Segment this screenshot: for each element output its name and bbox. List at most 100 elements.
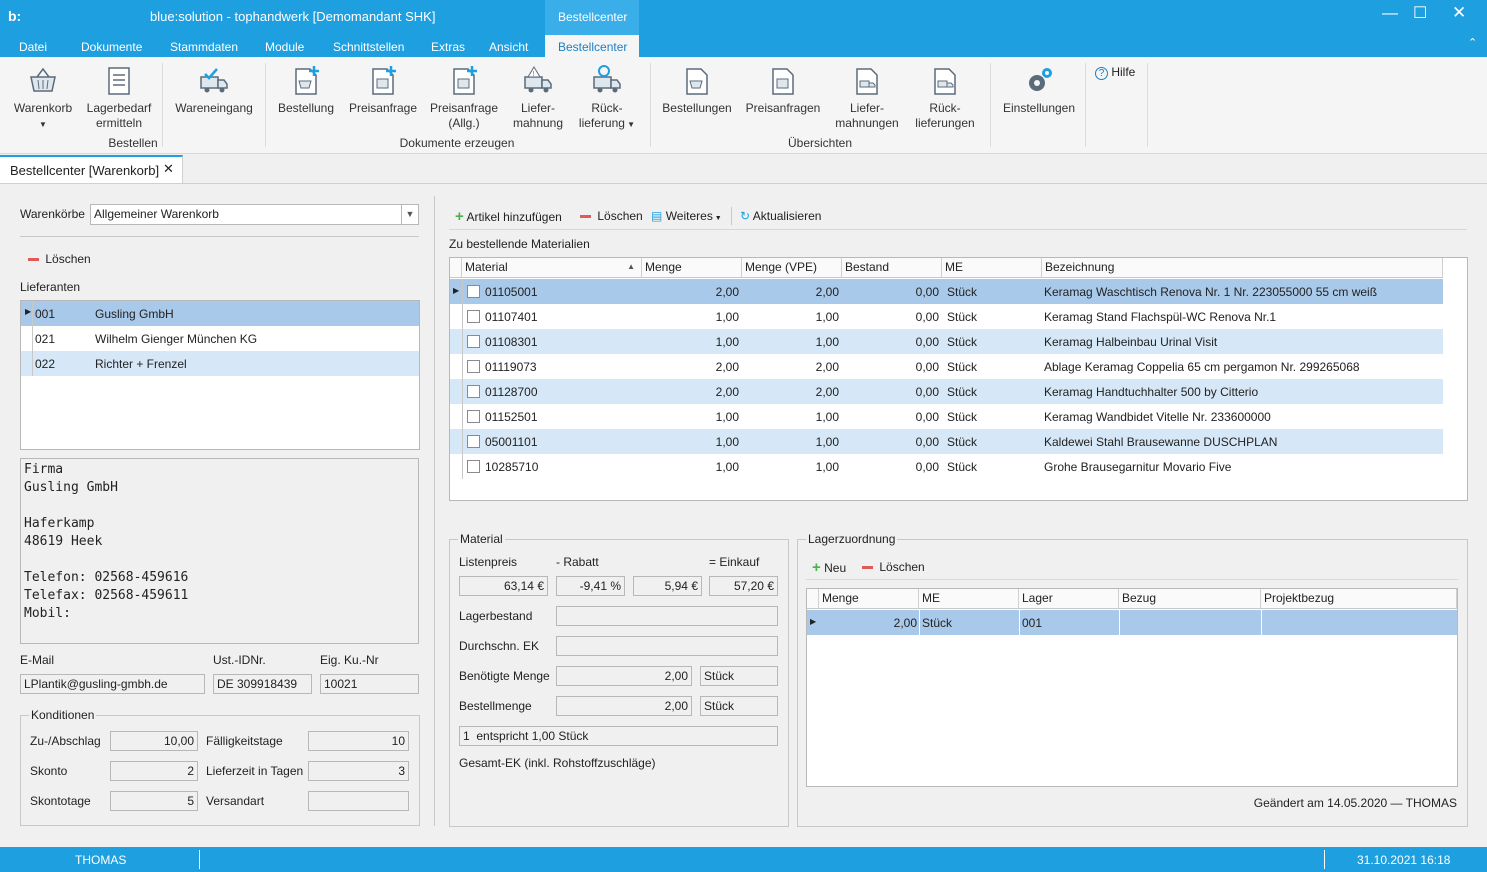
lagerbedarf-button[interactable]: Lagerbedarf ermitteln [86,65,152,131]
rabatt-field[interactable]: 5,94 € [633,576,702,596]
row-checkbox[interactable] [467,385,480,398]
table-row[interactable]: ▶ 01105001 2,00 2,00 0,00 Stück Keramag Wascht… [450,279,1443,304]
collapse-ribbon-icon[interactable]: ⌃ [1468,36,1477,49]
warenkorb-select[interactable]: Allgemeiner Warenkorb ▼ [90,204,419,225]
address-line [24,497,415,515]
cell-me: Stück [947,310,978,324]
email-field[interactable]: LPlantik@gusling-gmbh.de [20,674,205,694]
col-menge-vpe[interactable]: Menge (VPE) [742,258,842,278]
einstellungen-button[interactable]: Einstellungen [1000,65,1078,116]
artikel-hinzufuegen-button[interactable]: + Artikel hinzufügen [455,208,562,225]
cell-menge: 1,00 [715,460,739,474]
doc-tab-warenkorb[interactable]: Bestellcenter [Warenkorb] ✕ [0,155,183,183]
table-row[interactable]: 01119073 2,00 2,00 0,00 Stück Ablage Keramag … [450,354,1443,379]
col-lager-lager[interactable]: Lager [1019,589,1119,609]
menu-item-3[interactable]: Module [265,40,304,54]
preisanfrage-allg-button[interactable]: Preisanfrage (Allg.) [428,65,500,131]
col-menge[interactable]: Menge [642,258,742,278]
close-icon[interactable]: ✕ [1452,3,1466,23]
row-checkbox[interactable] [467,460,480,473]
versandart-field[interactable] [308,791,409,811]
menu-item-2[interactable]: Stammdaten [170,40,238,54]
address-line: Telefax: 02568-459611 [24,588,189,603]
listenpreis-field[interactable]: 63,14 € [459,576,548,596]
lieferant-loeschen-button[interactable]: Löschen [28,252,91,266]
menu-item-4[interactable]: Schnittstellen [333,40,404,54]
lager-loeschen-button[interactable]: Löschen [862,560,925,574]
bestellmenge-me-field[interactable]: Stück [700,696,778,716]
menu-item-0[interactable]: Datei [19,40,47,54]
ust-field[interactable]: DE 309918439 [213,674,312,694]
table-row[interactable]: ▶ 2,00 Stück 001 [807,610,1457,635]
aktualisieren-button[interactable]: ↻ Aktualisieren [740,209,821,223]
list-icon: ▤ [651,209,663,223]
artikel-loeschen-button[interactable]: Löschen [580,209,643,223]
zuab-field[interactable]: 10,00 [110,731,198,751]
row-checkbox[interactable] [467,285,480,298]
col-lager-menge[interactable]: Menge [819,589,919,609]
address-box: Firma Gusling GmbH Haferkamp 48619 Heek Tele… [20,458,419,644]
skontotage-field[interactable]: 5 [110,791,198,811]
benoetigt-field[interactable]: 2,00 [556,666,692,686]
kunr-field[interactable]: 10021 [320,674,419,694]
group-bestellen-label: Bestellen [108,136,158,150]
benoetigt-me-field[interactable]: Stück [700,666,778,686]
bestellungen-button[interactable]: Bestellungen [660,65,734,116]
faellig-field[interactable]: 10 [308,731,409,751]
list-item[interactable]: 021 Wilhelm Gienger München KG [21,326,419,351]
bestellung-button[interactable]: Bestellung [274,65,338,116]
menu-item-5[interactable]: Extras [431,40,465,54]
minimize-icon[interactable]: — [1382,5,1398,23]
ruecklieferung-button[interactable]: Rück-lieferung ▼ [576,65,638,132]
lagerbestand-field[interactable] [556,606,778,626]
col-lager-projektbezug[interactable]: Projektbezug [1261,589,1457,609]
table-row[interactable]: 01107401 1,00 1,00 0,00 Stück Keramag Stand F… [450,304,1443,329]
col-me[interactable]: ME [942,258,1042,278]
durchschn-field[interactable] [556,636,778,656]
address-line [24,551,415,569]
bestellmenge-field[interactable]: 2,00 [556,696,692,716]
aktualisieren-label: Aktualisieren [752,209,822,223]
list-item[interactable]: ▶ 001 Gusling GmbH [21,301,419,326]
preisanfragen-button[interactable]: Preisanfragen [744,65,822,116]
maximize-icon[interactable]: ☐ [1413,3,1427,23]
ruecklieferungen-button[interactable]: Rück-lieferungen [910,65,980,131]
einkauf-field[interactable]: 57,20 € [709,576,778,596]
truck-check-icon [200,68,228,93]
weiteres-button[interactable]: ▤ Weiteres ▼ [651,209,722,223]
table-row[interactable]: 10285710 1,00 1,00 0,00 Stück Grohe Brausegar… [450,454,1443,479]
row-checkbox[interactable] [467,435,480,448]
preisanfrage-button[interactable]: Preisanfrage [346,65,420,116]
menu-item-1[interactable]: Dokumente [81,40,142,54]
col-bezeichnung[interactable]: Bezeichnung [1042,258,1443,278]
cell-mat: 01105001 [485,285,538,299]
table-row[interactable]: 01128700 2,00 2,00 0,00 Stück Keramag Handtuc… [450,379,1443,404]
lieferzeit-field[interactable]: 3 [308,761,409,781]
liefermahnungen-button[interactable]: Liefer-mahnungen [834,65,900,131]
address-line: Firma [24,462,64,477]
col-lager-me[interactable]: ME [919,589,1019,609]
close-tab-icon[interactable]: ✕ [163,161,174,177]
row-checkbox[interactable] [467,310,480,323]
wareneingang-button[interactable]: Wareneingang [172,65,256,116]
table-row[interactable]: 05001101 1,00 1,00 0,00 Stück Kaldewei Stahl … [450,429,1443,454]
col-bestand[interactable]: Bestand [842,258,942,278]
col-lager-bezug[interactable]: Bezug [1119,589,1261,609]
cell-mat: 01152501 [485,410,538,424]
liefermahnung-button[interactable]: ! Liefer-mahnung [508,65,568,131]
menu-item-6[interactable]: Ansicht [489,40,528,54]
table-row[interactable]: 01152501 1,00 1,00 0,00 Stück Keramag Wandbid… [450,404,1443,429]
table-row[interactable]: 01108301 1,00 1,00 0,00 Stück Keramag Halbein… [450,329,1443,354]
skonto-field[interactable]: 2 [110,761,198,781]
list-item[interactable]: 022 Richter + Frenzel [21,351,419,376]
menu-bestellcenter[interactable]: Bestellcenter [545,35,639,57]
rabatt-pct-field[interactable]: -9,41 % [556,576,625,596]
lager-neu-button[interactable]: + Neu [812,559,846,576]
row-checkbox[interactable] [467,360,480,373]
chevron-down-icon[interactable]: ▼ [401,205,418,224]
row-checkbox[interactable] [467,335,480,348]
row-checkbox[interactable] [467,410,480,423]
hilfe-button[interactable]: ? Hilfe [1095,65,1135,80]
warenkorb-button[interactable]: Warenkorb ▼ [10,65,76,132]
col-material[interactable]: Material ▲ [462,258,642,278]
